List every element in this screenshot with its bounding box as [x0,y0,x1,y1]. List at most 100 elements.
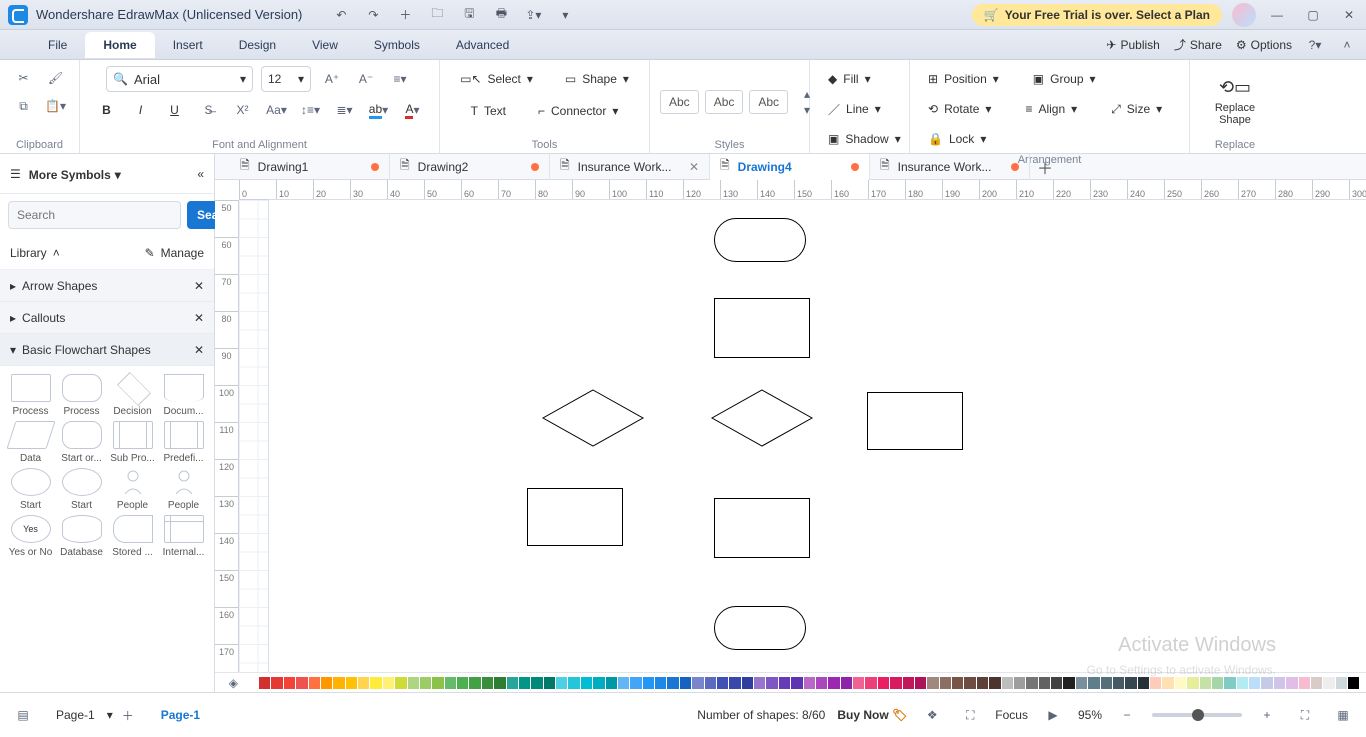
menu-view[interactable]: View [294,32,356,58]
cat-basic-flowchart[interactable]: ▾ Basic Flowchart Shapes ✕ [0,334,214,366]
save-icon[interactable]: 🖫 [460,6,478,24]
color-swatch[interactable] [742,677,753,689]
close-icon[interactable]: ✕ [1340,6,1358,24]
bold-icon[interactable]: B [94,98,120,122]
open-icon[interactable]: 🗀 [428,6,446,24]
italic-icon[interactable]: I [128,98,154,122]
new-icon[interactable]: ＋ [396,6,414,24]
color-swatch[interactable] [915,677,926,689]
shape-palette-item[interactable]: Sub Pro... [108,421,157,464]
color-swatch[interactable] [1212,677,1223,689]
play-icon[interactable]: ▶ [1040,703,1066,727]
color-swatch[interactable] [878,677,889,689]
paste-icon[interactable]: 📋▾ [43,94,69,118]
focus-button[interactable]: Focus [995,708,1028,722]
color-swatch[interactable] [309,677,320,689]
format-painter-icon[interactable]: 🖌 [43,66,69,90]
color-swatch[interactable] [890,677,901,689]
color-swatch[interactable] [618,677,629,689]
color-swatch[interactable] [667,677,678,689]
color-swatch[interactable] [1039,677,1050,689]
color-swatch[interactable] [853,677,864,689]
color-swatch[interactable] [432,677,443,689]
shape-tool[interactable]: ▭Shape▾ [557,66,637,92]
style-preset-1[interactable]: Abc [660,90,699,114]
color-swatch[interactable] [568,677,579,689]
bullets-icon[interactable]: ≣▾ [332,98,358,122]
panel-title[interactable]: More Symbols ▾ [29,166,190,182]
strike-icon[interactable]: S̶ [196,98,222,122]
replace-shape-button[interactable]: ⟲▭ Replace Shape [1200,77,1270,126]
color-swatch[interactable] [1014,677,1025,689]
color-swatch[interactable] [1125,677,1136,689]
close-icon[interactable]: ✕ [194,279,204,293]
color-swatch[interactable] [729,677,740,689]
color-swatch[interactable] [1200,677,1211,689]
minimize-icon[interactable]: — [1268,6,1286,24]
share-button[interactable]: ⤴Share [1174,36,1222,53]
doc-tab-2[interactable]: 🗎Insurance Work...✕ [550,154,710,180]
color-swatch[interactable] [977,677,988,689]
color-swatch[interactable] [593,677,604,689]
lock-button[interactable]: 🔒Lock▾ [920,126,994,152]
page-selector[interactable]: Page-1 [46,704,105,726]
color-swatch[interactable] [841,677,852,689]
menu-home[interactable]: Home [85,32,154,58]
fit-icon[interactable]: ⛶ [1292,703,1318,727]
color-swatch[interactable] [284,677,295,689]
color-swatch[interactable] [346,677,357,689]
color-swatch[interactable] [1113,677,1124,689]
color-swatch[interactable] [927,677,938,689]
color-swatch[interactable] [556,677,567,689]
shape-palette-item[interactable]: Internal... [159,515,208,558]
color-swatch[interactable] [259,677,270,689]
manage-button[interactable]: Manage [161,246,204,260]
trial-banner[interactable]: 🛒 Your Free Trial is over. Select a Plan [972,4,1222,26]
color-swatch[interactable] [940,677,951,689]
shape-palette-item[interactable]: Process [6,374,55,417]
color-swatch[interactable] [1336,677,1347,689]
canvas-shape-diamond[interactable] [712,390,812,446]
color-swatch[interactable] [903,677,914,689]
color-swatch[interactable] [1249,677,1260,689]
color-swatch[interactable] [1311,677,1322,689]
color-swatch[interactable] [804,677,815,689]
undo-icon[interactable]: ↶ [332,6,350,24]
color-swatch[interactable] [358,677,369,689]
color-swatch[interactable] [1063,677,1074,689]
canvas-shape-round[interactable] [714,606,806,650]
position-button[interactable]: ⊞Position▾ [920,66,1007,92]
canvas-shape-rect[interactable] [714,298,810,358]
shape-palette-item[interactable]: Data [6,421,55,464]
text-tool[interactable]: TText [463,98,514,124]
collapse-panel-icon[interactable]: « [197,167,204,181]
close-icon[interactable]: ✕ [194,343,204,357]
color-swatch[interactable] [1348,677,1359,689]
style-preset-2[interactable]: Abc [705,90,744,114]
color-swatch[interactable] [1323,677,1334,689]
color-swatch[interactable] [1175,677,1186,689]
close-icon[interactable]: ✕ [194,311,204,325]
color-swatch[interactable] [333,677,344,689]
redo-icon[interactable]: ↷ [364,6,382,24]
color-swatch[interactable] [519,677,530,689]
color-swatch[interactable] [1150,677,1161,689]
color-swatch[interactable] [1187,677,1198,689]
line-spacing-icon[interactable]: ↕≡▾ [298,98,324,122]
color-swatch[interactable] [1162,677,1173,689]
color-swatch[interactable] [952,677,963,689]
font-name-input[interactable] [134,72,234,87]
shape-palette-item[interactable]: Docum... [159,374,208,417]
color-swatch[interactable] [791,677,802,689]
shape-palette-item[interactable]: Start [57,468,106,511]
zoom-out-icon[interactable]: − [1114,703,1140,727]
color-swatch[interactable] [296,677,307,689]
doc-tab-4[interactable]: 🗎Insurance Work... [870,154,1030,180]
select-tool[interactable]: ▭↖Select▾ [452,66,541,92]
rotate-button[interactable]: ⟲Rotate▾ [920,96,999,122]
color-swatch[interactable] [828,677,839,689]
properties-icon[interactable]: ▦ [1330,703,1356,727]
canvas-shape-diamond[interactable] [543,390,643,446]
shape-palette-item[interactable]: Stored ... [108,515,157,558]
color-swatch[interactable] [383,677,394,689]
